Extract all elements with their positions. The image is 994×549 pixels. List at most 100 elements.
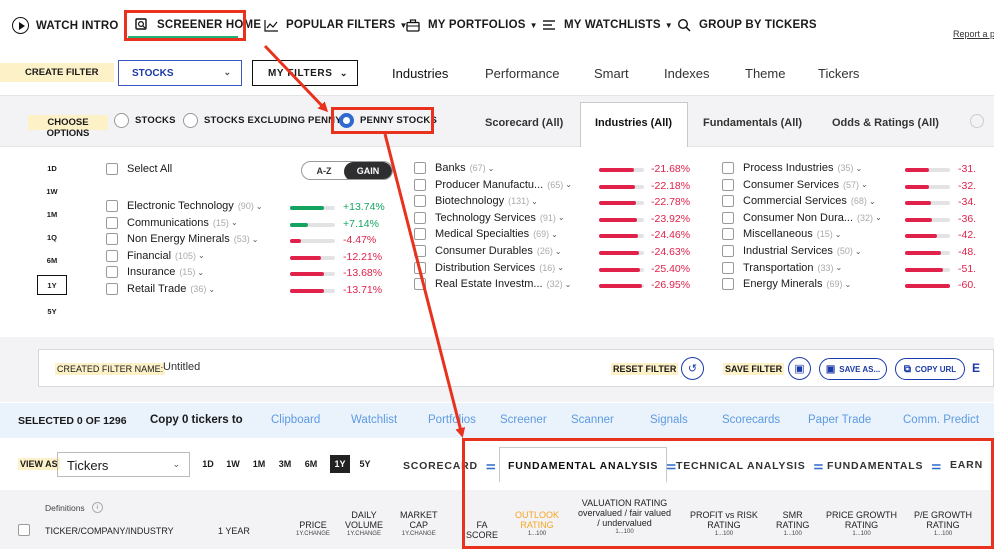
view-as-dropdown[interactable]: Tickers ⌄ <box>57 452 190 477</box>
tab-tickers[interactable]: Tickers <box>818 66 859 81</box>
tab-odds-ratings-all[interactable]: Odds & Ratings (All) <box>832 117 939 129</box>
col-market-cap[interactable]: MARKET CAP 1Y.CHANGE <box>400 510 438 539</box>
table-period-5y[interactable]: 5Y <box>355 455 375 473</box>
scanner-link[interactable]: Scanner <box>571 414 614 426</box>
sort-toggle[interactable]: A-Z GAIN <box>301 161 393 180</box>
tab-performance[interactable]: Performance <box>485 66 559 81</box>
industry-item[interactable]: Transportation (33) ⌄ <box>722 261 842 274</box>
my-portfolios-label: MY PORTFOLIOS <box>428 19 526 31</box>
gain-bar <box>599 184 644 189</box>
col-ticker[interactable]: TICKER/COMPANY/INDUSTRY <box>45 526 174 536</box>
radio-stocks-excluding-penny[interactable]: STOCKS EXCLUDING PENNY <box>183 113 342 128</box>
period-1w[interactable]: 1W <box>37 181 67 201</box>
tab-fundamentals-all[interactable]: Fundamentals (All) <box>703 117 802 129</box>
gain-percent: -4.47% <box>343 234 377 247</box>
watch-intro-link[interactable]: WATCH INTRO <box>12 17 118 34</box>
select-all-checkbox[interactable]: Select All <box>106 163 172 175</box>
fundamental-analysis-highlight <box>462 438 994 549</box>
col-daily-volume[interactable]: DAILY VOLUME 1Y.CHANGE <box>345 510 383 539</box>
industry-name: Industrial Services <box>743 245 833 257</box>
industry-item[interactable]: Industrial Services (50) ⌄ <box>722 245 862 257</box>
selected-count: SELECTED 0 OF 1296 <box>18 415 127 427</box>
tab-scorecard-all[interactable]: Scorecard (All) <box>485 117 563 129</box>
industry-item[interactable]: Non Energy Minerals (53) ⌄ <box>106 233 258 246</box>
comm-predict-link[interactable]: Comm. Predict <box>903 414 979 426</box>
period-1y[interactable]: 1Y <box>37 275 67 295</box>
period-5y[interactable]: 5Y <box>37 301 67 321</box>
industry-item[interactable]: Consumer Services (57) ⌄ <box>722 178 868 191</box>
report-problem-link[interactable]: Report a pr <box>953 29 994 39</box>
industry-name: Distribution Services <box>435 261 536 274</box>
industry-item[interactable]: Insurance (15) ⌄ <box>106 266 204 279</box>
sort-gain-option[interactable]: GAIN <box>344 162 392 179</box>
industry-item[interactable]: Consumer Durables (26) ⌄ <box>414 245 562 257</box>
industry-item[interactable]: Distribution Services (16) ⌄ <box>414 261 564 274</box>
tab-industries-all[interactable]: Industries (All) <box>595 117 672 129</box>
industry-item[interactable]: Energy Minerals (69) ⌄ <box>722 278 851 291</box>
settings-icon[interactable] <box>970 114 984 128</box>
group-by-tickers-link[interactable]: GROUP BY TICKERS <box>676 17 817 33</box>
gain-percent: -51. <box>958 262 977 275</box>
my-filters-dropdown[interactable]: MY FILTERS ⌄ <box>252 60 358 86</box>
chevron-down-icon: ⌄ <box>230 218 238 228</box>
definitions[interactable]: Definitions i <box>45 502 103 513</box>
scorecards-link[interactable]: Scorecards <box>722 414 780 426</box>
popular-filters-menu[interactable]: POPULAR FILTERS ▼ <box>263 17 408 33</box>
industry-name: Retail Trade <box>127 283 187 295</box>
stocks-dropdown[interactable]: STOCKS ⌄ <box>118 60 242 86</box>
table-period-3m[interactable]: 3M <box>275 455 295 473</box>
industry-item[interactable]: Technology Services (91) ⌄ <box>414 211 565 224</box>
industry-item[interactable]: Biotechnology (131) ⌄ <box>414 195 538 208</box>
industry-item[interactable]: Medical Specialties (69) ⌄ <box>414 228 558 241</box>
edit-link-partial[interactable]: E <box>972 361 980 375</box>
screener-link[interactable]: Screener <box>500 414 547 426</box>
chevron-down-icon: ⌄ <box>531 196 538 206</box>
industry-item[interactable]: Miscellaneous (15) ⌄ <box>722 228 841 241</box>
watchlist-link[interactable]: Watchlist <box>351 414 397 426</box>
save-filter-button[interactable]: ▣ <box>788 357 811 380</box>
industry-item[interactable]: Commercial Services (68) ⌄ <box>722 195 876 208</box>
industry-item[interactable]: Consumer Non Dura... (32) ⌄ <box>722 211 882 224</box>
save-as-button[interactable]: ▣ SAVE AS... <box>819 358 887 380</box>
industry-item[interactable]: Financial (105) ⌄ <box>106 249 205 262</box>
reset-filter-button[interactable]: ↺ <box>681 357 704 380</box>
col-1-year[interactable]: 1 YEAR <box>218 526 250 536</box>
table-period-1y[interactable]: 1Y <box>330 455 350 473</box>
industry-item[interactable]: Process Industries (35) ⌄ <box>722 162 862 174</box>
table-period-1m[interactable]: 1M <box>249 455 269 473</box>
gain-percent: -36. <box>958 212 977 225</box>
select-all-rows-checkbox[interactable] <box>18 524 30 536</box>
industry-item[interactable]: Producer Manufactu... (65) ⌄ <box>414 178 572 191</box>
tab-theme[interactable]: Theme <box>745 66 785 81</box>
clipboard-link[interactable]: Clipboard <box>271 414 320 426</box>
tab-industries[interactable]: Industries <box>392 66 448 81</box>
gain-bar <box>905 284 950 289</box>
table-period-6m[interactable]: 6M <box>301 455 321 473</box>
signals-link[interactable]: Signals <box>650 414 688 426</box>
period-1d[interactable]: 1D <box>37 158 67 178</box>
period-1q[interactable]: 1Q <box>37 227 67 247</box>
created-filter-name-value[interactable]: Untitled <box>163 361 200 373</box>
popular-filters-label: POPULAR FILTERS <box>286 19 396 31</box>
portfolios-link[interactable]: Portfolios <box>428 414 476 426</box>
period-6m[interactable]: 6M <box>37 250 67 270</box>
industry-item[interactable]: Real Estate Investm... (32) ⌄ <box>414 278 571 291</box>
copy-url-button[interactable]: ⧉ COPY URL <box>895 358 965 380</box>
info-icon[interactable]: i <box>91 502 103 513</box>
my-watchlists-menu[interactable]: MY WATCHLISTS ▼ <box>541 17 673 33</box>
table-period-1w[interactable]: 1W <box>223 455 243 473</box>
my-portfolios-menu[interactable]: MY PORTFOLIOS ▼ <box>405 17 538 33</box>
col-price[interactable]: PRICE 1Y.CHANGE <box>296 520 330 539</box>
industry-item[interactable]: Communications (15) ⌄ <box>106 216 238 229</box>
sort-az-option[interactable]: A-Z <box>302 162 346 179</box>
tab-indexes[interactable]: Indexes <box>664 66 710 81</box>
created-filter-name-label: CREATED FILTER NAME: <box>55 363 166 375</box>
industry-item[interactable]: Electronic Technology (90) ⌄ <box>106 200 263 212</box>
paper-trade-link[interactable]: Paper Trade <box>808 414 871 426</box>
table-period-1d[interactable]: 1D <box>198 455 218 473</box>
tab-smart[interactable]: Smart <box>594 66 629 81</box>
industry-item[interactable]: Banks (67) ⌄ <box>414 162 494 174</box>
industry-item[interactable]: Retail Trade (36) ⌄ <box>106 283 215 295</box>
period-1m[interactable]: 1M <box>37 204 67 224</box>
radio-stocks[interactable]: STOCKS <box>114 113 176 128</box>
